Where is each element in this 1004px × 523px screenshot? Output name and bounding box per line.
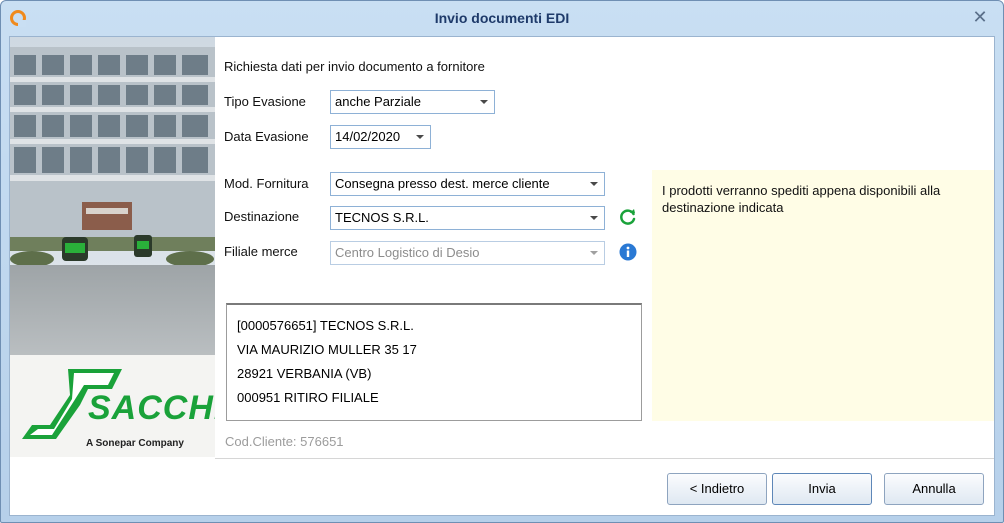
close-icon: ✕: [972, 7, 988, 27]
mod-fornitura-label: Mod. Fornitura: [224, 176, 309, 191]
destinazione-value: TECNOS S.R.L.: [335, 210, 429, 225]
tipo-evasione-label: Tipo Evasione: [224, 94, 306, 109]
info-panel: I prodotti verranno spediti appena dispo…: [652, 170, 994, 421]
filiale-merce-select: Centro Logistico di Desio: [330, 241, 605, 265]
data-evasione-label: Data Evasione: [224, 129, 309, 144]
form-heading: Richiesta dati per invio documento a for…: [224, 59, 485, 74]
address-line-4: 000951 RITIRO FILIALE: [237, 390, 379, 405]
chevron-down-icon: [590, 251, 598, 255]
filiale-merce-value: Centro Logistico di Desio: [335, 245, 480, 260]
back-button[interactable]: < Indietro: [667, 473, 767, 505]
chevron-down-icon[interactable]: [590, 182, 598, 186]
cancel-button[interactable]: Annulla: [884, 473, 984, 505]
destinazione-label: Destinazione: [224, 209, 300, 224]
filiale-merce-label: Filiale merce: [224, 244, 298, 259]
window-title: Invio documenti EDI: [434, 10, 570, 26]
cod-cliente: Cod.Cliente: 576651: [225, 434, 344, 449]
info-icon[interactable]: [619, 243, 637, 261]
side-photo: SACCHI A Sonepar Company: [10, 37, 215, 457]
address-box: [0000576651] TECNOS S.R.L. VIA MAURIZIO …: [226, 303, 642, 421]
send-button[interactable]: Invia: [772, 473, 872, 505]
address-line-1: [0000576651] TECNOS S.R.L.: [237, 318, 414, 333]
chevron-down-icon[interactable]: [480, 100, 488, 104]
chevron-down-icon[interactable]: [416, 135, 424, 139]
address-line-3: 28921 VERBANIA (VB): [237, 366, 372, 381]
dialog-content: SACCHI A Sonepar Company Richiesta dati …: [9, 36, 995, 516]
footer-divider: [215, 458, 994, 459]
logo-brand: SACCHI: [88, 389, 215, 427]
tipo-evasione-value: anche Parziale: [335, 94, 421, 109]
mod-fornitura-value: Consegna presso dest. merce cliente: [335, 176, 550, 191]
address-line-2: VIA MAURIZIO MULLER 35 17: [237, 342, 417, 357]
destinazione-select[interactable]: TECNOS S.R.L.: [330, 206, 605, 230]
dialog-window: Invio documenti EDI ✕ SACCHI A Sonepar C…: [0, 0, 1004, 523]
logo-tagline: A Sonepar Company: [86, 438, 184, 449]
tipo-evasione-select[interactable]: anche Parziale: [330, 90, 495, 114]
mod-fornitura-select[interactable]: Consegna presso dest. merce cliente: [330, 172, 605, 196]
data-evasione-picker[interactable]: 14/02/2020: [330, 125, 431, 149]
close-button[interactable]: ✕: [969, 6, 991, 28]
chevron-down-icon[interactable]: [590, 216, 598, 220]
refresh-icon[interactable]: [619, 208, 637, 226]
data-evasione-value: 14/02/2020: [335, 129, 401, 144]
title-bar[interactable]: Invio documenti EDI ✕: [1, 1, 1003, 35]
